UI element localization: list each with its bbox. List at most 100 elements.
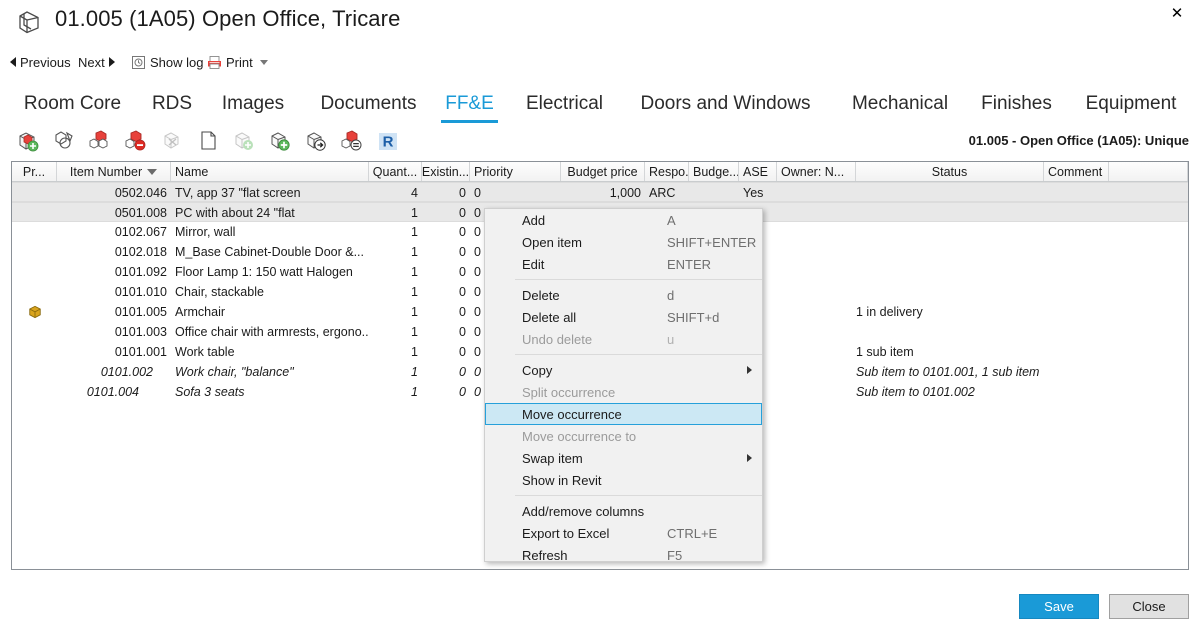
- revit-icon[interactable]: R: [370, 126, 406, 156]
- import-model-icon[interactable]: [226, 126, 262, 156]
- grid-column-header-pr[interactable]: Pr...: [12, 162, 57, 181]
- save-button[interactable]: Save: [1019, 594, 1099, 619]
- context-menu-item-label: Delete: [522, 288, 560, 303]
- cell-quantity: 1: [369, 302, 422, 322]
- swap-occurrence-icon[interactable]: [334, 126, 370, 156]
- move-model-icon[interactable]: [298, 126, 334, 156]
- document-icon[interactable]: [190, 126, 226, 156]
- place-model-icon[interactable]: [262, 126, 298, 156]
- tab-images[interactable]: Images: [216, 88, 290, 120]
- context-menu-item-label: Add: [522, 213, 545, 228]
- add-occurrence-icon[interactable]: [82, 126, 118, 156]
- tab-label: RDS: [152, 93, 192, 115]
- context-menu-item-label: Delete all: [522, 310, 576, 325]
- chevron-right-icon[interactable]: [747, 454, 752, 462]
- chevron-right-icon: [109, 57, 115, 67]
- context-menu[interactable]: AddAOpen itemSHIFT+ENTEREditENTER Delete d…: [484, 208, 763, 562]
- tab-rds[interactable]: RDS: [148, 88, 196, 120]
- context-menu-item-edit[interactable]: EditENTER: [485, 253, 762, 275]
- context-menu-item-label: Show in Revit: [522, 473, 601, 488]
- context-menu-item-label: Open item: [522, 235, 582, 250]
- grid-column-header-budget[interactable]: Budge...: [689, 162, 739, 181]
- grid-column-header-owner[interactable]: Owner: N...: [777, 162, 856, 181]
- grid-column-header-responsible[interactable]: Respo...: [645, 162, 689, 181]
- cell-quantity: 1: [369, 362, 422, 382]
- grid-column-header-label: Owner: N...: [781, 165, 844, 179]
- package-box-icon: [24, 302, 46, 322]
- grid-column-header-quantity[interactable]: Quant...: [369, 162, 422, 181]
- context-menu-item-show-in-revit[interactable]: Show in Revit: [485, 469, 762, 491]
- tab-ff-e[interactable]: FF&E: [441, 88, 498, 120]
- context-menu-item-add-remove-columns[interactable]: Add/remove columns: [485, 500, 762, 522]
- context-menu-item-export-to-excel[interactable]: Export to ExcelCTRL+E: [485, 522, 762, 544]
- context-menu-list: AddAOpen itemSHIFT+ENTEREditENTER Delete d…: [485, 209, 762, 566]
- close-button[interactable]: Close: [1109, 594, 1189, 619]
- context-menu-item-label: Undo delete: [522, 332, 592, 347]
- cell-existing: 0: [422, 282, 470, 302]
- context-menu-item-delete[interactable]: Delete d: [485, 284, 762, 306]
- cell-name: Armchair: [171, 302, 369, 322]
- cell-existing: 0: [422, 222, 470, 242]
- grid-column-header-budget_price[interactable]: Budget price: [561, 162, 645, 181]
- next-button[interactable]: Next: [78, 50, 115, 74]
- context-menu-item-shortcut: d: [667, 288, 674, 303]
- cell-item_no: 0101.092: [57, 262, 171, 282]
- tab-doors-and-windows[interactable]: Doors and Windows: [633, 88, 818, 120]
- sort-descending-icon[interactable]: [147, 169, 157, 175]
- chevron-down-icon[interactable]: [260, 60, 268, 65]
- cell-item_no: 0501.008: [57, 203, 171, 223]
- previous-button[interactable]: Previous: [10, 50, 71, 74]
- grid-column-header-priority[interactable]: Priority: [470, 162, 561, 181]
- close-icon[interactable]: ✕: [1160, 0, 1194, 26]
- grid-column-header-name[interactable]: Name: [171, 162, 369, 181]
- tab-room-core[interactable]: Room Core: [20, 88, 125, 120]
- tab-finishes[interactable]: Finishes: [978, 88, 1055, 120]
- printer-icon: [207, 55, 222, 70]
- tab-documents[interactable]: Documents: [310, 88, 427, 120]
- print-button[interactable]: Print: [207, 50, 268, 74]
- cell-existing: 0: [422, 262, 470, 282]
- context-menu-item-swap-item[interactable]: Swap item: [485, 447, 762, 469]
- tab-active-underline: [441, 120, 498, 123]
- grid-column-header-label: Budget price: [567, 165, 637, 179]
- context-menu-item-add[interactable]: AddA: [485, 209, 762, 231]
- cell-name: PC with about 24 "flat: [171, 203, 369, 223]
- cell-name: Office chair with armrests, ergono...: [171, 322, 369, 342]
- grid-column-header-existing[interactable]: Existin...: [422, 162, 470, 181]
- add-item-icon[interactable]: [10, 126, 46, 156]
- grid-column-header-ase[interactable]: ASE: [739, 162, 777, 181]
- cell-existing: 0: [422, 342, 470, 362]
- nav-strip: Previous Next Show log: [0, 50, 1200, 76]
- context-menu-separator: [515, 279, 762, 280]
- grid-column-header-label: Comment: [1048, 165, 1102, 179]
- select-shapes-icon[interactable]: [46, 126, 82, 156]
- dnot-room-dialog: 01.005 (1A05) Open Office, Tricare ✕ Pre…: [0, 0, 1200, 623]
- context-menu-item-copy[interactable]: Copy: [485, 359, 762, 381]
- cell-quantity: 1: [369, 342, 422, 362]
- grid-column-header-item_no[interactable]: Item Number: [57, 162, 171, 181]
- chevron-right-icon[interactable]: [747, 366, 752, 374]
- tab-equipment[interactable]: Equipment: [1076, 88, 1186, 120]
- show-log-button[interactable]: Show log: [131, 50, 203, 74]
- remove-occurrence-icon[interactable]: [118, 126, 154, 156]
- context-menu-item-open-item[interactable]: Open itemSHIFT+ENTER: [485, 231, 762, 253]
- context-menu-item-delete-all[interactable]: Delete allSHIFT+d: [485, 306, 762, 328]
- grid-column-header-status[interactable]: Status: [856, 162, 1044, 181]
- delete-model-icon[interactable]: [154, 126, 190, 156]
- context-menu-item-label: Edit: [522, 257, 544, 272]
- context-menu-item-refresh[interactable]: RefreshF5: [485, 544, 762, 566]
- table-row[interactable]: 0502.046TV, app 37 "flat screen4001,000A…: [12, 182, 1188, 202]
- cell-quantity: 1: [369, 282, 422, 302]
- context-menu-item-move-occurrence[interactable]: Move occurrence: [485, 403, 762, 425]
- tab-mechanical[interactable]: Mechanical: [845, 88, 955, 120]
- page-title: 01.005 (1A05) Open Office, Tricare: [55, 6, 400, 32]
- context-menu-item-shortcut: F5: [667, 548, 682, 563]
- grid-column-header-comment[interactable]: Comment: [1044, 162, 1109, 181]
- cell-name: TV, app 37 "flat screen: [171, 183, 369, 203]
- cell-item_no: 0101.004: [57, 382, 143, 402]
- tab-electrical[interactable]: Electrical: [519, 88, 610, 120]
- context-menu-item-label: Copy: [522, 363, 552, 378]
- grid-column-header-extra[interactable]: [1109, 162, 1188, 181]
- cell-item_no: 0101.002: [57, 362, 157, 382]
- cube-outline-icon: [14, 8, 44, 36]
